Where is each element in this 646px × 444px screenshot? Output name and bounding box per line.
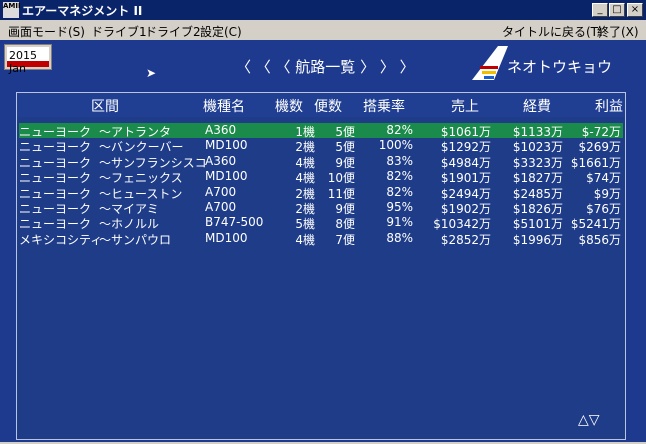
cell-model: A360	[205, 153, 237, 168]
route-row[interactable]: ニューヨーク 〜アトランタ A360 1機 5便 82% $1061万 $1133万 $-72万	[19, 123, 623, 139]
minimize-button[interactable]: _	[592, 3, 608, 17]
window-title: エアーマネジメント II	[22, 4, 143, 18]
cell-sales: $2852万	[440, 232, 491, 247]
header-sales: 売上	[451, 99, 479, 115]
mouse-cursor-icon: ➤	[146, 66, 157, 80]
route-row[interactable]: ニューヨーク 〜ホノルル B747-500 5機 8便 91% $10342万 $5101万 $…	[19, 215, 623, 231]
menu-return-title[interactable]: タイトルに戻る(T)	[502, 23, 603, 40]
cell-model: A700	[205, 200, 237, 214]
header-count: 機数	[275, 99, 303, 115]
app-icon: AMII	[3, 2, 21, 18]
cell-model: MD100	[205, 230, 248, 245]
route-row[interactable]: ニューヨーク 〜フェニックス MD100 4機 10便 82% $1901万 $1827万 $7…	[19, 169, 623, 185]
route-row[interactable]: メキシコシティ 〜サンパウロ MD100 4機 7便 88% $2852万 $1996万 $85…	[19, 230, 623, 247]
screen-heading: 〈 〈 〈 航路一覧 〉 〉 〉	[236, 58, 415, 76]
cell-profit: $856万	[578, 232, 621, 247]
cell-model: MD100	[205, 138, 248, 153]
cell-model: B747-500	[205, 215, 264, 230]
header-route: 区間	[91, 99, 119, 115]
cell-load: 100%	[378, 138, 413, 153]
header-cost: 経費	[523, 99, 551, 115]
menu-display-mode[interactable]: 画面モード(S)	[8, 23, 85, 40]
cell-load: 83%	[386, 153, 413, 168]
close-button[interactable]: ×	[627, 3, 643, 17]
menu-bar: 画面モード(S) ドライブ1 ドライブ2 設定(C) タイトルに戻る(T) 終了…	[0, 20, 646, 40]
cell-model: MD100	[205, 169, 248, 184]
cell-from: メキシコシティ	[19, 232, 103, 247]
cell-cost: $1996万	[512, 232, 563, 247]
cell-count: 4機	[295, 232, 315, 247]
header-load: 搭乗率	[363, 99, 405, 115]
airline-logo-icon	[472, 46, 508, 80]
header-model: 機種名	[203, 99, 245, 115]
cell-load: 82%	[386, 123, 413, 137]
route-row[interactable]: ニューヨーク 〜バンクーバー MD100 2機 5便 100% $1292万 $1023万 $2…	[19, 138, 623, 154]
cell-load: 82%	[386, 169, 413, 184]
cell-flights: 7便	[335, 232, 355, 247]
header-profit: 利益	[595, 99, 623, 115]
route-row[interactable]: ニューヨーク 〜マイアミ A700 2機 9便 95% $1902万 $1826万 $76万	[19, 200, 623, 216]
menu-settings[interactable]: 設定(C)	[200, 23, 242, 40]
game-screen: 2015 Jan ➤ 〈 〈 〈 航路一覧 〉 〉 〉 ネオトウキョウ 区間 機…	[0, 40, 646, 444]
title-bar: AMII エアーマネジメント II _ □ ×	[0, 0, 646, 20]
route-row[interactable]: ニューヨーク 〜サンフランシスコ A360 4機 9便 83% $4984万 $3323万 $1…	[19, 153, 623, 170]
date-display: 2015 Jan	[4, 44, 52, 75]
route-list-panel: 区間 機種名 機数 便数 搭乗率 売上 経費 利益 ニューヨーク 〜アトランタ A3…	[16, 92, 626, 440]
cell-to: 〜サンパウロ	[99, 232, 172, 247]
cell-load: 95%	[386, 200, 413, 214]
date-text: 2015 Jan	[9, 49, 37, 75]
scroll-arrows-icon[interactable]: △▽	[578, 412, 600, 428]
cell-load: 82%	[386, 184, 413, 199]
cell-model: A360	[205, 123, 237, 137]
menu-drive1[interactable]: ドライブ1	[91, 23, 147, 40]
maximize-button[interactable]: □	[609, 3, 625, 17]
cell-load: 91%	[386, 215, 413, 230]
menu-drive2[interactable]: ドライブ2	[145, 23, 201, 40]
cell-model: A700	[205, 184, 237, 199]
route-row[interactable]: ニューヨーク 〜ヒューストン A700 2機 11便 82% $2494万 $2485万 $9万	[19, 184, 623, 201]
company-name: ネオトウキョウ	[507, 58, 613, 76]
cell-load: 88%	[386, 230, 413, 245]
header-flights: 便数	[314, 99, 342, 115]
menu-exit[interactable]: 終了(X)	[597, 23, 639, 40]
